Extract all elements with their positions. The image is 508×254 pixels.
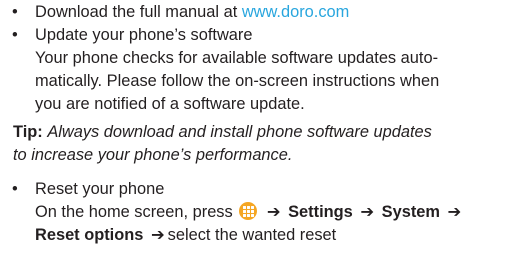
bullet: • xyxy=(12,180,18,198)
download-line: Download the full manual at www.doro.com xyxy=(35,1,349,24)
download-text: Download the full manual at xyxy=(35,3,242,21)
bullet: • xyxy=(12,26,18,44)
reset-options-label: Reset options xyxy=(35,226,144,244)
reset-instruction-line-2: Reset options ➔ select the wanted reset xyxy=(35,224,336,247)
tip-label: Tip: xyxy=(13,123,43,141)
doro-link[interactable]: www.doro.com xyxy=(242,3,349,21)
update-body-line: you are notified of a software update. xyxy=(35,95,305,113)
reset-instruction-line-1: On the home screen, press ➔ Settings ➔ S… xyxy=(35,201,464,224)
tip-text-continued: to increase your phone’s performance. xyxy=(13,146,293,164)
arrow-right-icon: ➔ xyxy=(150,226,165,244)
tip-line-2: to increase your phone’s performance. xyxy=(13,144,292,167)
system-label: System xyxy=(381,203,440,221)
bullet: • xyxy=(12,3,18,21)
reset-suffix: select the wanted reset xyxy=(167,226,337,244)
manual-page: • Download the full manual at www.doro.c… xyxy=(0,0,508,254)
arrow-right-icon: ➔ xyxy=(360,203,375,221)
arrow-right-icon: ➔ xyxy=(266,203,281,221)
settings-label: Settings xyxy=(288,203,353,221)
apps-grid-icon xyxy=(239,202,258,220)
tip-text: Always download and install phone softwa… xyxy=(47,123,432,141)
update-body-line: matically. Please follow the on-screen i… xyxy=(35,72,440,90)
update-body-line: Your phone checks for available software… xyxy=(35,49,439,67)
arrow-right-icon: ➔ xyxy=(447,203,462,221)
update-title: Update your phone’s software xyxy=(35,26,253,44)
reset-prefix: On the home screen, press xyxy=(35,203,233,221)
tip-line-1: Tip: Always download and install phone s… xyxy=(13,121,432,144)
reset-title: Reset your phone xyxy=(35,180,165,198)
